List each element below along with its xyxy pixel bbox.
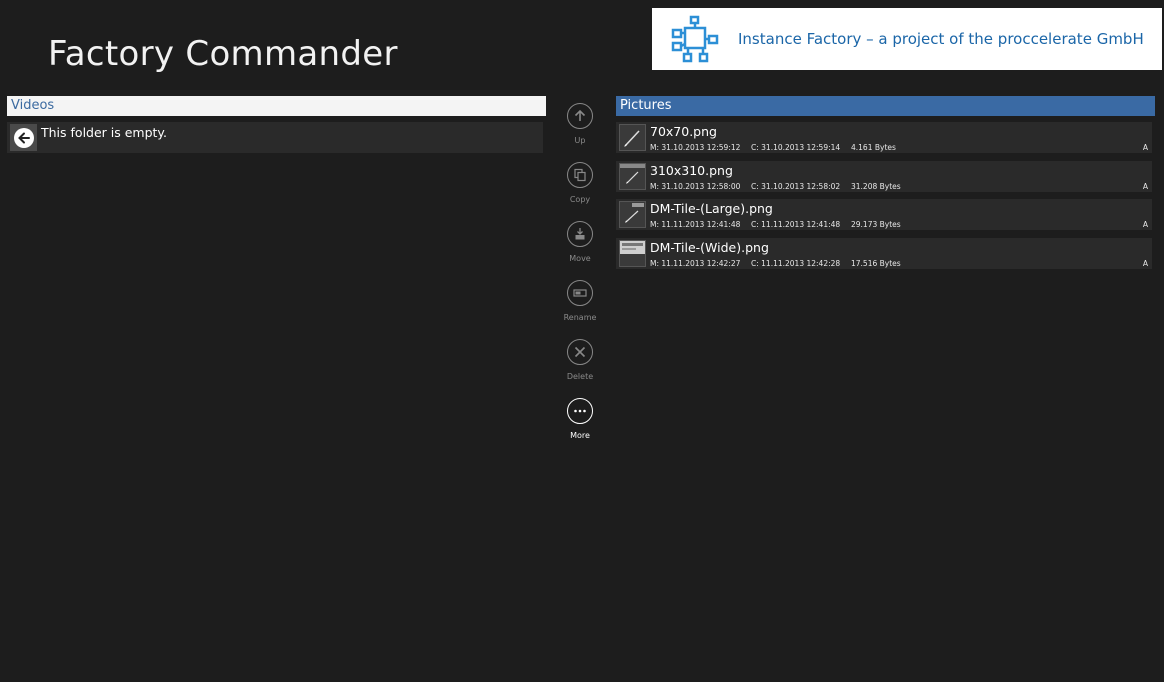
file-created: C: 11.11.2013 12:42:28 xyxy=(751,258,841,268)
file-name: 70x70.png xyxy=(650,124,717,139)
file-attributes: A xyxy=(1142,258,1148,268)
left-pane-header[interactable]: Videos xyxy=(7,96,546,116)
image-thumbnail-icon xyxy=(619,162,646,190)
more-button[interactable]: More xyxy=(557,397,603,456)
file-attributes: A xyxy=(1142,181,1148,191)
file-row[interactable]: DM-Tile-(Large).png M: 11.11.2013 12:41:… xyxy=(616,199,1152,231)
file-modified: M: 11.11.2013 12:41:48 xyxy=(650,220,741,230)
left-pane: Videos This folder is empty. xyxy=(7,96,546,153)
delete-x-icon xyxy=(567,339,593,365)
delete-button[interactable]: Delete xyxy=(557,338,603,397)
rename-icon xyxy=(567,280,593,306)
file-size: 4.161 Bytes xyxy=(851,143,896,152)
file-row[interactable]: 310x310.png M: 31.10.2013 12:58:00 C: 31… xyxy=(616,160,1152,192)
move-icon xyxy=(567,221,593,247)
empty-folder-message: This folder is empty. xyxy=(41,125,168,140)
left-pane-list: This folder is empty. xyxy=(7,122,546,153)
file-attributes: A xyxy=(1142,143,1148,152)
up-label: Up xyxy=(574,136,586,145)
file-created: C: 31.10.2013 12:59:14 xyxy=(751,143,841,152)
network-logo-icon xyxy=(671,15,719,63)
back-button[interactable] xyxy=(10,124,37,151)
file-modified: M: 11.11.2013 12:42:27 xyxy=(650,258,741,268)
file-created: C: 11.11.2013 12:41:48 xyxy=(751,220,841,230)
command-toolbar: Up Copy Move Rename Delete More xyxy=(557,102,603,456)
image-thumbnail-icon xyxy=(619,201,646,229)
up-arrow-icon xyxy=(567,103,593,129)
rename-button[interactable]: Rename xyxy=(557,279,603,338)
file-row[interactable]: DM-Tile-(Wide).png M: 11.11.2013 12:42:2… xyxy=(616,237,1152,269)
file-modified: M: 31.10.2013 12:58:00 xyxy=(650,181,741,191)
file-size: 17.516 Bytes xyxy=(851,258,901,268)
file-attributes: A xyxy=(1142,220,1148,230)
move-label: Move xyxy=(569,254,591,263)
file-name: 310x310.png xyxy=(650,162,733,178)
app-title: Factory Commander xyxy=(48,34,398,74)
copy-button[interactable]: Copy xyxy=(557,161,603,220)
up-button[interactable]: Up xyxy=(557,102,603,161)
file-size: 29.173 Bytes xyxy=(851,220,901,230)
file-name: DM-Tile-(Wide).png xyxy=(650,239,769,255)
file-name: DM-Tile-(Large).png xyxy=(650,201,773,217)
banner-text: Instance Factory – a project of the proc… xyxy=(738,30,1144,48)
file-size: 31.208 Bytes xyxy=(851,181,901,191)
copy-icon xyxy=(567,162,593,188)
right-pane-list: 70x70.png M: 31.10.2013 12:59:12 C: 31.1… xyxy=(616,122,1155,269)
copy-label: Copy xyxy=(569,195,591,204)
file-modified: M: 31.10.2013 12:59:12 xyxy=(650,143,741,152)
image-thumbnail-icon xyxy=(619,124,646,151)
delete-label: Delete xyxy=(566,372,594,381)
move-button[interactable]: Move xyxy=(557,220,603,279)
more-ellipsis-icon xyxy=(567,398,593,424)
right-pane-header[interactable]: Pictures xyxy=(616,96,1155,116)
banner-ad[interactable]: Instance Factory – a project of the proc… xyxy=(652,8,1162,70)
empty-folder-row: This folder is empty. xyxy=(7,122,543,153)
right-pane: Pictures 70x70.png M: 31.10.2013 12:59:1… xyxy=(616,96,1155,276)
rename-label: Rename xyxy=(563,313,597,322)
file-row[interactable]: 70x70.png M: 31.10.2013 12:59:12 C: 31.1… xyxy=(616,122,1152,153)
back-arrow-icon xyxy=(13,127,34,148)
image-thumbnail-icon xyxy=(619,239,646,267)
more-label: More xyxy=(570,431,590,440)
file-created: C: 31.10.2013 12:58:02 xyxy=(751,181,841,191)
